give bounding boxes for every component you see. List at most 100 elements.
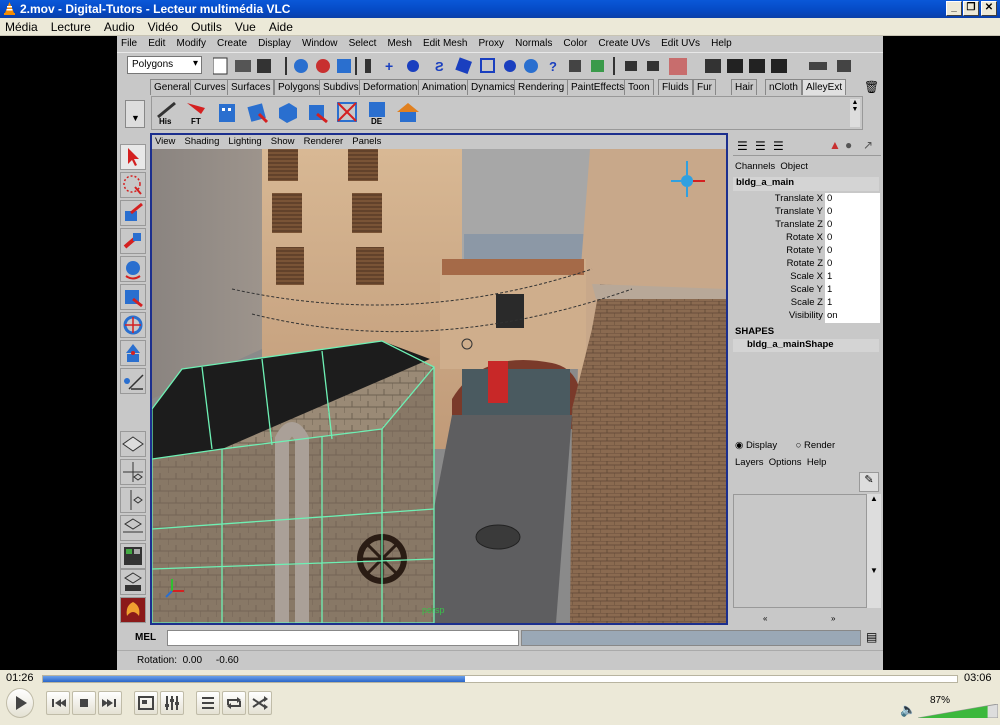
channel-row[interactable]: Rotate X0 — [733, 232, 880, 245]
channel-row[interactable]: Visibility on — [733, 310, 880, 323]
channel-box-tab-channels[interactable]: Channels — [735, 161, 775, 172]
layer-menu-options[interactable]: Options — [769, 457, 802, 468]
viewport-menu-renderer[interactable]: Renderer — [301, 135, 347, 148]
viewport-menu-shading[interactable]: Shading — [181, 135, 222, 148]
shelf-button-9[interactable] — [395, 100, 421, 126]
tab-dynamics[interactable]: Dynamics — [467, 79, 519, 95]
tab-surfaces[interactable]: Surfaces — [227, 79, 275, 95]
maya-menu-help[interactable]: Help — [707, 36, 736, 49]
tool-settings-layout-icon[interactable]: ☰ — [773, 139, 784, 153]
hypershade-layout-icon[interactable] — [120, 569, 146, 595]
new-layer-icon[interactable]: ✎ — [859, 472, 879, 492]
channel-row[interactable]: Translate Y0 — [733, 206, 880, 219]
two-view-layout-icon[interactable] — [120, 487, 146, 513]
maya-menu-edit-uvs[interactable]: Edit UVs — [657, 36, 704, 49]
channel-value[interactable]: 0 — [825, 206, 880, 219]
collapse-right-icon[interactable]: » — [831, 614, 835, 623]
shelf-button-7[interactable] — [335, 100, 361, 126]
menu-media[interactable]: Média — [0, 18, 43, 34]
loop-button[interactable] — [222, 691, 246, 715]
layer-menu-layers[interactable]: Layers — [735, 457, 764, 468]
render-radio[interactable]: ○ — [796, 440, 802, 451]
shelf-button-4[interactable] — [245, 100, 271, 126]
move-tool-icon[interactable] — [120, 228, 146, 254]
channel-value[interactable]: on — [825, 310, 880, 323]
mel-label[interactable]: MEL — [135, 632, 156, 643]
playlist-button[interactable] — [196, 691, 220, 715]
tab-subdivs[interactable]: Subdivs — [319, 79, 363, 95]
channel-value[interactable]: 0 — [825, 193, 880, 206]
shapes-icon[interactable]: ▲ — [829, 138, 841, 152]
maya-menu-edit[interactable]: Edit — [144, 36, 169, 49]
elapsed-time[interactable]: 01:26 — [6, 672, 34, 684]
arrow-icon[interactable]: ↗ — [863, 138, 873, 152]
channel-row[interactable]: Scale Y1 — [733, 284, 880, 297]
tab-fluids[interactable]: Fluids — [658, 79, 693, 95]
maya-menu-create[interactable]: Create — [213, 36, 251, 49]
viewport-menu-lighting[interactable]: Lighting — [225, 135, 264, 148]
maya-menu-window[interactable]: Window — [298, 36, 342, 49]
tab-general[interactable]: General — [150, 79, 194, 95]
mode-selector[interactable]: Polygons ▾ — [127, 56, 202, 74]
channel-row[interactable]: Scale Z1 — [733, 297, 880, 310]
collapse-left-icon[interactable]: « — [763, 614, 767, 623]
viewport-menu-panels[interactable]: Panels — [349, 135, 384, 148]
maya-menu-normals[interactable]: Normals — [511, 36, 556, 49]
maya-menu-select[interactable]: Select — [345, 36, 381, 49]
shelf-menu-button[interactable]: ▼ — [125, 100, 145, 128]
tab-rendering[interactable]: Rendering — [514, 79, 569, 95]
shelf-scroll[interactable]: ▲ ▼ — [850, 99, 860, 127]
minimize-button[interactable]: _ — [946, 1, 962, 16]
tab-curves[interactable]: Curves — [190, 79, 230, 95]
menu-outils[interactable]: Outils — [186, 18, 227, 34]
channel-box-tab-object[interactable]: Object — [780, 161, 807, 172]
maya-menu-color[interactable]: Color — [559, 36, 591, 49]
shape-name[interactable]: bldg_a_mainShape — [733, 339, 879, 352]
channel-row[interactable]: Translate X0 — [733, 193, 880, 206]
restore-button[interactable]: ❐ — [963, 1, 979, 16]
extended-settings-button[interactable] — [160, 691, 184, 715]
menu-vue[interactable]: Vue — [230, 18, 261, 34]
play-button[interactable] — [6, 688, 34, 718]
soft-modification-tool-icon[interactable] — [120, 340, 146, 366]
channel-row[interactable]: Scale X1 — [733, 271, 880, 284]
attribute-editor-layout-icon[interactable]: ☰ — [755, 139, 766, 153]
seek-bar[interactable] — [42, 675, 958, 683]
menu-audio[interactable]: Audio — [99, 18, 140, 34]
channel-row[interactable]: Translate Z0 — [733, 219, 880, 232]
shelf-button-history[interactable]: His — [155, 100, 181, 126]
maya-menu-edit-mesh[interactable]: Edit Mesh — [419, 36, 471, 49]
channel-value[interactable]: 1 — [825, 284, 880, 297]
tab-painteffects[interactable]: PaintEffects — [567, 79, 629, 95]
channel-value[interactable]: 0 — [825, 245, 880, 258]
display-radio[interactable]: ◉ — [735, 440, 743, 451]
maya-menu-display[interactable]: Display — [254, 36, 295, 49]
shuffle-button[interactable] — [248, 691, 272, 715]
tab-polygons[interactable]: Polygons — [274, 79, 324, 95]
script-editor-icon[interactable]: ▤ — [866, 630, 877, 644]
persp-outliner-layout-icon[interactable] — [120, 515, 146, 541]
viewport-menu-show[interactable]: Show — [268, 135, 298, 148]
speaker-icon[interactable]: 🔈 — [900, 702, 916, 718]
tab-fur[interactable]: Fur — [693, 79, 716, 95]
channel-box-layout-icon[interactable]: ☰ — [737, 139, 748, 153]
trash-icon[interactable]: 🗑 — [864, 80, 879, 94]
shelf-button-3[interactable] — [215, 100, 241, 126]
menu-aide[interactable]: Aide — [264, 18, 298, 34]
tab-deformation[interactable]: Deformation — [359, 79, 422, 95]
next-button[interactable] — [98, 691, 122, 715]
single-perspective-layout-icon[interactable] — [120, 431, 146, 457]
channel-value[interactable]: 0 — [825, 219, 880, 232]
channel-value[interactable]: 0 — [825, 258, 880, 271]
fullscreen-button[interactable] — [134, 691, 158, 715]
universal-manipulator-icon[interactable] — [120, 312, 146, 338]
shelf-button-de[interactable]: DE — [365, 100, 391, 126]
shelf-button-6[interactable] — [305, 100, 331, 126]
tab-hair[interactable]: Hair — [731, 79, 758, 95]
viewport-menu-view[interactable]: View — [152, 135, 178, 148]
persp-graph-layout-icon[interactable] — [120, 543, 146, 569]
mel-input[interactable] — [167, 630, 519, 646]
sphere-icon[interactable]: ● — [845, 138, 852, 152]
show-manipulator-tool-icon[interactable] — [120, 368, 146, 394]
custom-tool-icon[interactable] — [120, 597, 146, 623]
